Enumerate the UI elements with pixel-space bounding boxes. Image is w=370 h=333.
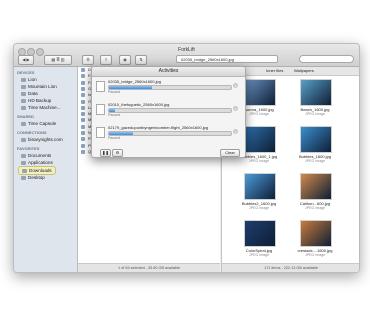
image-thumbnail[interactable]: [300, 126, 332, 153]
app-icon: [81, 112, 85, 117]
shared-header: SHARED: [17, 114, 34, 119]
thumbnail-kind: JPEG image: [248, 159, 270, 163]
task-filename: 02179_gazedupontbyngentcomber-flight_256…: [108, 125, 209, 130]
cancel-task-icon[interactable]: ×: [233, 83, 238, 88]
cancel-task-icon[interactable]: ×: [233, 106, 238, 111]
activity-task: 02179_gazedupontbyngentcomber-flight_256…: [96, 125, 241, 143]
app-icon: [81, 149, 85, 154]
sidebar-item-data[interactable]: Data: [21, 90, 38, 97]
app-icon: [81, 68, 85, 72]
disk-icon: [21, 84, 26, 89]
app-icon: [81, 124, 85, 129]
thumbnail-kind: JPEG image: [304, 206, 326, 210]
app-icon: [81, 99, 85, 104]
window-title: ForkLift: [178, 47, 195, 53]
eye-icon[interactable]: ◉: [119, 55, 131, 65]
sidebar-item-applications[interactable]: Applications: [21, 159, 53, 166]
document-icon: [96, 104, 105, 115]
search-input[interactable]: [299, 55, 354, 63]
app-icon: [81, 74, 85, 79]
folder-icon: [21, 175, 26, 180]
app-icon: [81, 80, 85, 85]
app-icon: [81, 143, 85, 148]
app-icon: [81, 118, 85, 123]
document-icon: [96, 81, 105, 92]
gear-icon[interactable]: ⚙: [82, 55, 94, 65]
back-forward-button[interactable]: ◀ ▶: [18, 55, 34, 65]
title-bar: ForkLift ◀ ▶ ▦ ≣ ▥ ⚙ ⇪ ◉ ⇅ 02035_bridge_…: [14, 44, 359, 67]
activity-task: 02035_bridge_2560x1600.jpg Paused ×: [96, 79, 241, 97]
task-status: Paused: [108, 113, 121, 117]
settings-icon[interactable]: ⚙: [112, 149, 123, 157]
folder-icon: [21, 153, 26, 158]
activities-title: Activities: [92, 67, 245, 77]
image-thumbnail[interactable]: [244, 126, 276, 153]
cancel-task-icon[interactable]: ×: [233, 129, 238, 134]
folder-icon: [21, 160, 26, 165]
thumbnail-kind: JPEG image: [304, 159, 326, 163]
left-status-bar: 1 of 53 selected , 33.60 GB available: [78, 263, 220, 272]
path-field[interactable]: 02035_bridge_2560x1600.jpg: [176, 55, 278, 63]
task-status: Paused: [108, 90, 121, 94]
thumbnail-kind: JPEG image: [304, 253, 326, 257]
favorites-header: FAVORITES: [17, 146, 40, 151]
pause-button[interactable]: ❚❚: [100, 149, 111, 157]
thumbnail-kind: JPEG image: [248, 206, 270, 210]
globe-icon: [21, 137, 26, 142]
sidebar-item-time-machine[interactable]: Time Machine...: [21, 104, 61, 111]
disk-icon: [21, 105, 26, 110]
image-thumbnail[interactable]: [300, 79, 332, 106]
folder-icon: [22, 168, 27, 173]
image-thumbnail[interactable]: [300, 173, 332, 200]
disk-icon: [21, 91, 26, 96]
sidebar-item-time-capsule[interactable]: Time Capsule: [21, 120, 56, 127]
thumbnail-kind: JPEG image: [304, 112, 326, 116]
task-status: Paused: [108, 136, 121, 140]
app-icon: [81, 93, 85, 98]
activity-icon[interactable]: ⇅: [135, 55, 147, 65]
activity-task: 02010_thefuguetic_2560x1600.jpg Paused ×: [96, 102, 241, 120]
tab-inner-files[interactable]: Inner files: [266, 67, 283, 75]
progress-bar: [108, 108, 232, 113]
activities-panel: Activities 02035_bridge_2560x1600.jpg Pau…: [91, 66, 246, 158]
progress-fill: [109, 132, 134, 135]
app-icon: [81, 137, 85, 142]
app-icon: [81, 86, 85, 91]
thumbnail-kind: JPEG image: [248, 253, 270, 257]
disk-icon: [21, 77, 26, 82]
progress-bar: [108, 85, 232, 90]
document-icon: [96, 127, 105, 138]
sidebar-item-mountain-lion[interactable]: Mountain Lion: [21, 83, 57, 90]
image-thumbnail[interactable]: [244, 79, 276, 106]
app-icon: [81, 131, 85, 135]
image-thumbnail[interactable]: [300, 220, 332, 247]
progress-bar: [108, 131, 232, 136]
sidebar: DEVICES Lion Mountain Lion Data HD Backu…: [14, 67, 78, 272]
clear-button[interactable]: Clear: [220, 149, 240, 157]
tab-wallpapers[interactable]: Wallpapers: [294, 67, 314, 75]
network-icon: [21, 121, 26, 126]
progress-fill: [109, 86, 152, 89]
disk-icon: [21, 98, 26, 103]
image-thumbnail[interactable]: [244, 220, 276, 247]
app-icon: [81, 105, 85, 110]
devices-header: DEVICES: [17, 70, 35, 75]
connections-header: CONNECTIONS: [17, 130, 47, 135]
sidebar-item-hd-backup[interactable]: HD Backup: [21, 97, 51, 104]
right-status-bar: 171 items , 222.13 GB available: [222, 263, 359, 272]
image-thumbnail[interactable]: [244, 173, 276, 200]
task-filename: 02010_thefuguetic_2560x1600.jpg: [108, 102, 170, 107]
task-filename: 02035_bridge_2560x1600.jpg: [108, 79, 161, 84]
sidebar-item-binarynights[interactable]: binarynights.com: [21, 136, 63, 143]
sidebar-item-desktop[interactable]: Desktop: [21, 174, 45, 181]
sidebar-item-lion[interactable]: Lion: [21, 76, 37, 83]
view-mode-segmented[interactable]: ▦ ≣ ▥: [44, 55, 72, 65]
share-icon[interactable]: ⇪: [100, 55, 112, 65]
progress-fill: [109, 109, 116, 112]
sidebar-item-documents[interactable]: Documents: [21, 152, 51, 159]
